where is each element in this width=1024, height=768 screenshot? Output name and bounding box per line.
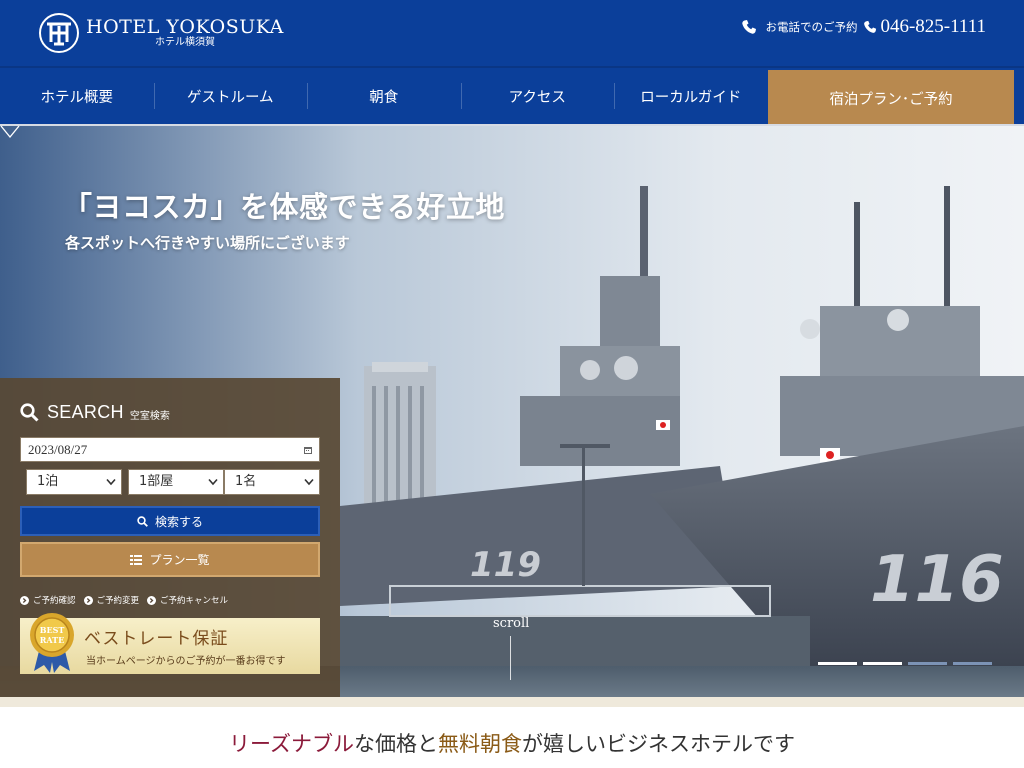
- reservation-change-label: ご予約変更: [96, 596, 140, 606]
- nav-item-access[interactable]: アクセス: [460, 68, 615, 124]
- main-navigation: ホテル概要 ゲストルーム 朝食 アクセス ローカルガイド 宿泊プラン･ご予約: [0, 66, 1024, 126]
- best-rate-medal-icon: BEST RATE: [30, 613, 74, 673]
- circle-arrow-icon: [83, 595, 93, 605]
- scroll-line: [510, 636, 511, 680]
- reservation-cancel-label: ご予約キャンセル: [160, 596, 229, 606]
- search-subtitle: 空室検索: [129, 410, 170, 422]
- logo-emblem-icon: [39, 13, 79, 53]
- best-rate-subtitle: 当ホームページからのご予約が一番お得です: [86, 656, 286, 667]
- slider-dot-3[interactable]: [908, 662, 947, 665]
- best-rate-title: ベストレート保証: [84, 629, 229, 649]
- medal-text-best: BEST: [40, 625, 65, 635]
- circle-arrow-icon: [20, 595, 29, 605]
- phone-label: お電話でのご予約: [765, 20, 858, 34]
- tagline-text-1: な価格と: [353, 732, 438, 756]
- nights-select-value: 1泊: [37, 474, 59, 489]
- intro-tagline: リーズナブルな価格と無料朝食が嬉しいビジネスホテルです: [0, 728, 1024, 758]
- search-heading: SEARCH 空室検索: [20, 402, 170, 423]
- search-title: SEARCH: [47, 402, 124, 422]
- chevron-down-icon: [106, 478, 116, 486]
- reservation-confirm-link[interactable]: ご予約確認: [20, 594, 76, 606]
- scroll-down-arrow-icon[interactable]: [0, 126, 20, 138]
- tagline-reasonable: リーズナブル: [229, 732, 354, 756]
- scroll-label[interactable]: scroll: [493, 616, 529, 631]
- ship-number-front: 116: [870, 543, 1004, 617]
- nav-item-breakfast[interactable]: 朝食: [307, 68, 461, 124]
- slider-dot-1[interactable]: [818, 662, 857, 665]
- nav-plans-reservation-button[interactable]: 宿泊プラン･ご予約: [768, 70, 1014, 126]
- chevron-down-icon: [208, 478, 218, 486]
- guests-select[interactable]: 1名: [224, 469, 320, 495]
- section-divider-strip: [0, 697, 1024, 707]
- best-rate-banner[interactable]: BEST RATE ベストレート保証 当ホームページからのご予約が一番お得です: [20, 613, 320, 674]
- plan-list-label: プラン一覧: [149, 553, 210, 567]
- list-icon: [130, 554, 143, 565]
- search-submit-button[interactable]: 検索する: [20, 506, 320, 536]
- logo-japanese-text: ホテル横須賀: [154, 37, 215, 48]
- rooms-select[interactable]: 1部屋: [128, 469, 224, 495]
- slider-dot-2[interactable]: [863, 662, 902, 665]
- tagline-text-2: が嬉しいビジネスホテルです: [521, 732, 795, 756]
- reservation-change-link[interactable]: ご予約変更: [83, 594, 140, 606]
- phone-icon-small: [864, 20, 877, 33]
- logo-english-text: HOTEL YOKOSUKA: [86, 16, 284, 38]
- nights-select[interactable]: 1泊: [26, 469, 122, 495]
- phone-number[interactable]: 046-825-1111: [880, 16, 986, 38]
- hotel-logo[interactable]: HOTEL YOKOSUKA ホテル横須賀: [38, 12, 284, 54]
- vacancy-search-panel: SEARCH 空室検索 2023/08/27 1泊 1部屋 1名 検索する プラ…: [0, 378, 340, 697]
- nav-item-hotel-overview[interactable]: ホテル概要: [0, 68, 154, 124]
- hero-subheadline: 各スポットへ行きやすい場所にございます: [65, 234, 350, 252]
- reservation-confirm-label: ご予約確認: [33, 596, 76, 606]
- calendar-icon: [304, 447, 312, 454]
- reservation-cancel-link[interactable]: ご予約キャンセル: [147, 594, 228, 606]
- circle-arrow-icon: [147, 595, 157, 605]
- medal-text-rate: RATE: [40, 635, 64, 645]
- guests-select-value: 1名: [235, 474, 257, 489]
- plan-list-button[interactable]: プラン一覧: [20, 542, 320, 577]
- rooms-select-value: 1部屋: [139, 474, 174, 489]
- ship-number-back: 119: [470, 545, 541, 585]
- search-submit-label: 検索する: [154, 514, 203, 529]
- checkin-date-value: 2023/08/27: [28, 442, 88, 457]
- phone-icon: [742, 20, 757, 34]
- checkin-date-field[interactable]: 2023/08/27: [20, 437, 320, 462]
- slider-pagination: [818, 662, 992, 665]
- site-header: HOTEL YOKOSUKA ホテル横須賀 お電話でのご予約 046-825-1…: [0, 0, 1024, 66]
- nav-item-guest-rooms[interactable]: ゲストルーム: [153, 68, 308, 124]
- tagline-free-breakfast: 無料朝食: [437, 732, 522, 756]
- reservation-links: ご予約確認 ご予約変更 ご予約キャンセル: [20, 594, 228, 606]
- search-icon: [20, 403, 39, 422]
- search-icon: [137, 515, 148, 527]
- nav-item-local-guide[interactable]: ローカルガイド: [614, 68, 768, 124]
- chevron-down-icon: [304, 478, 314, 486]
- hero-headline: 「ヨコスカ」を体感できる好立地: [63, 190, 505, 224]
- phone-reservation[interactable]: お電話でのご予約 046-825-1111: [741, 16, 986, 38]
- slider-dot-4[interactable]: [953, 662, 992, 665]
